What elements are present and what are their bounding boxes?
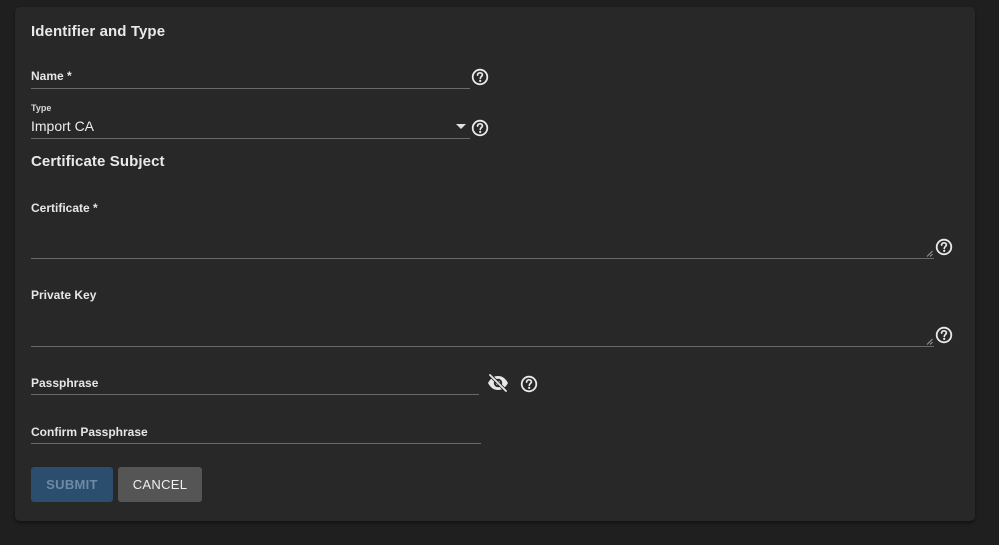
confirm-passphrase-input[interactable] [31,420,481,442]
caret-down-icon[interactable] [456,124,466,129]
private-key-label: Private Key [31,288,97,302]
type-label: Type [31,103,52,113]
cancel-button[interactable]: CANCEL [118,467,202,502]
section-title-certificate-subject: Certificate Subject [31,153,165,170]
private-key-textarea[interactable] [31,307,934,345]
confirm-passphrase-underline [31,443,481,444]
passphrase-input[interactable] [31,371,479,393]
name-underline [31,88,470,89]
certificate-textarea[interactable] [31,219,934,257]
section-title-identifier: Identifier and Type [31,23,166,40]
submit-button[interactable]: SUBMIT [31,467,113,502]
help-icon[interactable] [935,326,953,344]
resize-handle-icon[interactable] [926,250,933,257]
type-select-value[interactable]: Import CA [31,118,94,134]
help-icon[interactable] [935,238,953,256]
eye-off-icon[interactable] [486,373,510,393]
certificate-underline [31,258,934,259]
help-icon[interactable] [471,68,489,86]
form-card: Identifier and Type Name * Type Import C… [15,7,975,521]
help-icon[interactable] [520,375,538,393]
private-key-underline [31,346,934,347]
help-icon[interactable] [471,119,489,137]
certificate-label: Certificate * [31,201,98,215]
resize-handle-icon[interactable] [926,338,933,345]
name-input[interactable] [31,65,470,87]
type-underline [31,138,470,139]
passphrase-underline [31,394,479,395]
